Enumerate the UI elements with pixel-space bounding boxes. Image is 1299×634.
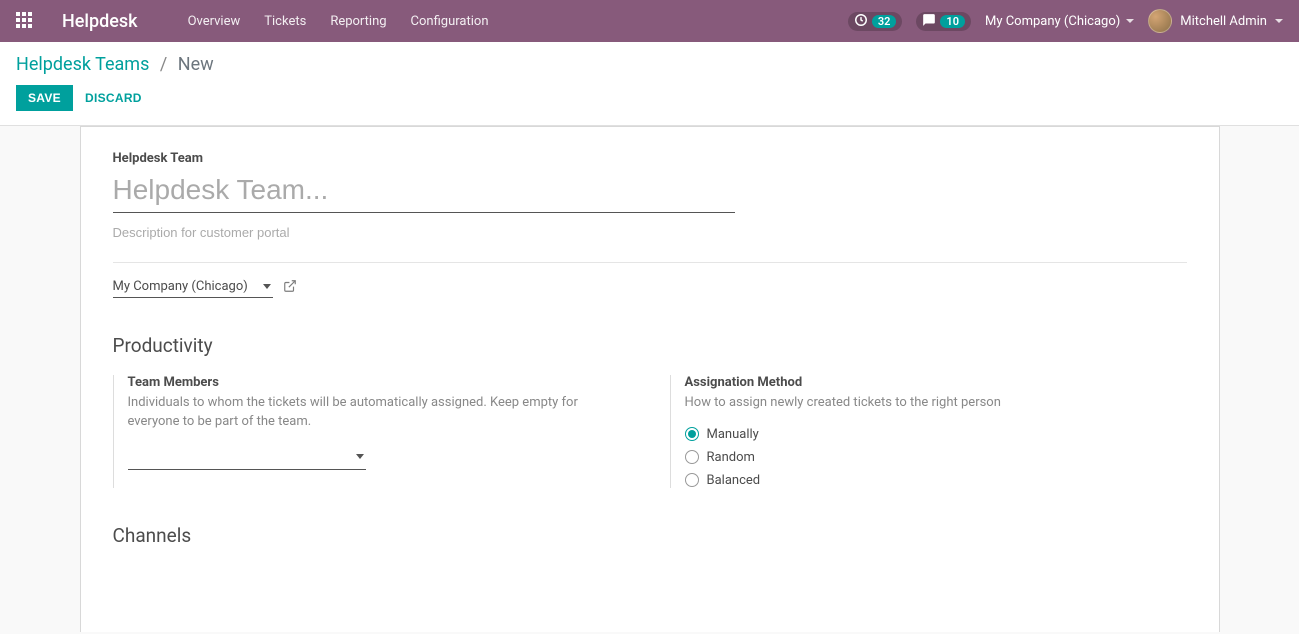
company-row: My Company (Chicago) bbox=[113, 277, 1187, 298]
radio-manually[interactable]: Manually bbox=[685, 427, 1187, 442]
team-members-col: Team Members Individuals to whom the tic… bbox=[113, 375, 630, 488]
discard-button[interactable]: DISCARD bbox=[85, 91, 142, 105]
form-sheet: Helpdesk Team My Company (Chicago) Produ… bbox=[80, 126, 1220, 632]
section-channels: Channels bbox=[113, 524, 1187, 547]
productivity-columns: Team Members Individuals to whom the tic… bbox=[113, 375, 1187, 488]
team-members-label: Team Members bbox=[128, 375, 630, 390]
assignation-label: Assignation Method bbox=[685, 375, 1187, 390]
nav-overview[interactable]: Overview bbox=[178, 8, 251, 35]
team-members-field bbox=[128, 446, 366, 470]
assignation-radio-group: Manually Random Balanced bbox=[685, 427, 1187, 488]
nav-menu: Overview Tickets Reporting Configuration bbox=[178, 8, 499, 35]
timer-count: 32 bbox=[872, 15, 897, 28]
chevron-down-icon bbox=[1126, 19, 1134, 23]
company-name: My Company (Chicago) bbox=[985, 14, 1120, 29]
content-scroll[interactable]: Helpdesk Team My Company (Chicago) Produ… bbox=[0, 126, 1299, 632]
chevron-down-icon bbox=[263, 284, 271, 289]
radio-icon bbox=[685, 427, 699, 441]
control-panel: Helpdesk Teams / New SAVE DISCARD bbox=[0, 42, 1299, 126]
radio-balanced[interactable]: Balanced bbox=[685, 473, 1187, 488]
radio-icon bbox=[685, 473, 699, 487]
user-name: Mitchell Admin bbox=[1180, 14, 1267, 29]
nav-tickets[interactable]: Tickets bbox=[254, 8, 316, 35]
nav-right: 32 10 My Company (Chicago) Mitchell Admi… bbox=[848, 9, 1283, 33]
radio-label: Manually bbox=[707, 427, 759, 442]
breadcrumb-sep: / bbox=[160, 54, 167, 75]
company-select[interactable]: My Company (Chicago) bbox=[113, 277, 273, 298]
top-navbar: Helpdesk Overview Tickets Reporting Conf… bbox=[0, 0, 1299, 42]
user-menu[interactable]: Mitchell Admin bbox=[1148, 9, 1283, 33]
timer-badge[interactable]: 32 bbox=[848, 12, 903, 31]
team-members-input[interactable] bbox=[128, 446, 366, 470]
team-name-input[interactable] bbox=[113, 170, 736, 213]
divider bbox=[113, 262, 1187, 263]
description-input[interactable] bbox=[113, 219, 1187, 244]
breadcrumb-current: New bbox=[178, 54, 214, 75]
team-members-help: Individuals to whom the tickets will be … bbox=[128, 394, 630, 432]
radio-label: Random bbox=[707, 450, 755, 465]
breadcrumb-root[interactable]: Helpdesk Teams bbox=[16, 54, 149, 75]
chevron-down-icon bbox=[1275, 19, 1283, 23]
company-select-value: My Company (Chicago) bbox=[113, 279, 248, 294]
radio-label: Balanced bbox=[707, 473, 761, 488]
save-button[interactable]: SAVE bbox=[16, 85, 73, 111]
app-brand[interactable]: Helpdesk bbox=[62, 11, 138, 32]
avatar bbox=[1148, 9, 1172, 33]
radio-icon bbox=[685, 450, 699, 464]
chat-icon bbox=[922, 13, 936, 30]
nav-configuration[interactable]: Configuration bbox=[401, 8, 499, 35]
company-switcher[interactable]: My Company (Chicago) bbox=[985, 14, 1134, 29]
apps-icon[interactable] bbox=[16, 12, 34, 30]
assignation-help: How to assign newly created tickets to t… bbox=[685, 394, 1187, 413]
assignation-col: Assignation Method How to assign newly c… bbox=[670, 375, 1187, 488]
title-label: Helpdesk Team bbox=[113, 151, 1187, 166]
external-link-icon[interactable] bbox=[283, 279, 297, 297]
chat-count: 10 bbox=[940, 15, 965, 28]
breadcrumb: Helpdesk Teams / New bbox=[16, 54, 1283, 75]
clock-icon bbox=[854, 13, 868, 30]
section-productivity: Productivity bbox=[113, 334, 1187, 357]
chat-badge[interactable]: 10 bbox=[916, 12, 971, 31]
nav-reporting[interactable]: Reporting bbox=[320, 8, 396, 35]
radio-random[interactable]: Random bbox=[685, 450, 1187, 465]
action-bar: SAVE DISCARD bbox=[16, 85, 1283, 111]
